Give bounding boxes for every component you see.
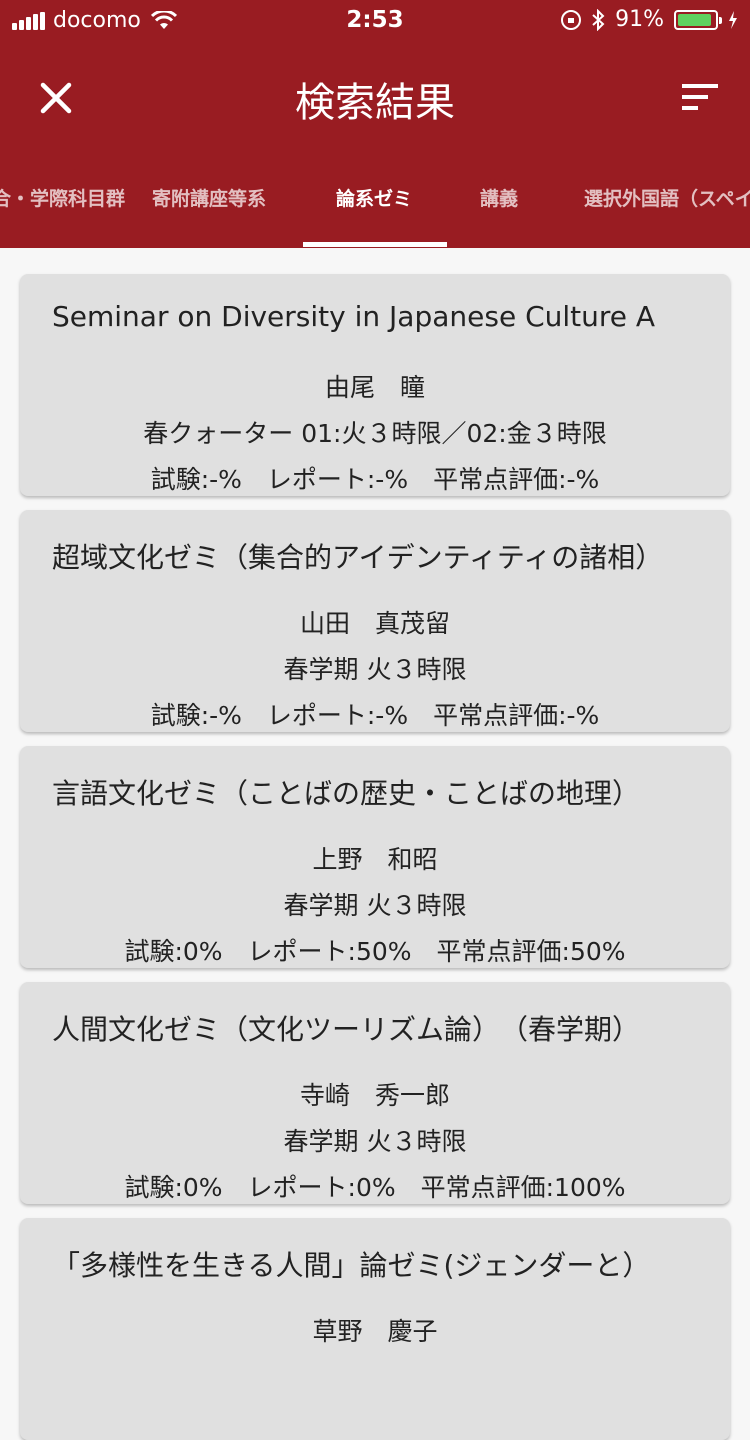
course-grading: 試験:-% レポート:-% 平常点評価:-%	[150, 465, 600, 494]
course-instructor: 寺崎 秀一郎	[299, 1081, 450, 1110]
course-grading: 試験:0% レポート:0% 平常点評価:100%	[124, 1173, 626, 1202]
course-schedule: 春学期 火３時限	[283, 1127, 467, 1156]
orientation-lock-icon	[561, 9, 582, 30]
course-title: 言語文化ゼミ（ことばの歴史・ことばの地理）	[52, 777, 641, 810]
sort-icon	[682, 84, 718, 110]
course-grading: 試験:0% レポート:50% 平常点評価:50%	[124, 937, 626, 966]
charging-icon	[729, 10, 737, 29]
course-grading: 試験:-% レポート:-% 平常点評価:-%	[150, 701, 600, 730]
course-instructor: 草野 慶子	[312, 1317, 438, 1346]
active-tab-indicator	[303, 242, 447, 247]
toolbar: 検索結果	[0, 48, 750, 148]
course-schedule: 春学期 火３時限	[283, 655, 467, 684]
tab-endowed-courses[interactable]: 寄附講座等系	[152, 184, 266, 211]
battery-level	[678, 13, 711, 26]
course-instructor: 由尾 瞳	[324, 373, 425, 402]
course-title: 超域文化ゼミ（集合的アイデンティティの諸相）	[52, 541, 664, 574]
course-instructor: 山田 真茂留	[299, 609, 450, 638]
sort-button[interactable]	[680, 80, 720, 114]
result-card[interactable]: 超域文化ゼミ（集合的アイデンティティの諸相） 山田 真茂留 春学期 火３時限 試…	[20, 510, 730, 732]
course-schedule: 春クォーター 01:火３時限／02:金３時限	[143, 419, 607, 448]
tab-lectures[interactable]: 講義	[480, 184, 518, 211]
result-card[interactable]: Seminar on Diversity in Japanese Culture…	[20, 274, 730, 496]
category-tabs: 合・学際科目群 寄附講座等系 論系ゼミ 講義 選択外国語（スペイ	[0, 160, 750, 248]
app-header: docomo 2:53 91% 検索結果 合・学際科目群 寄附講座等系 論系ゼミ…	[0, 0, 750, 248]
bluetooth-icon	[592, 8, 605, 31]
status-bar: docomo 2:53 91%	[0, 0, 750, 40]
tab-foreign-language[interactable]: 選択外国語（スペイ	[584, 184, 750, 211]
tab-seminars[interactable]: 論系ゼミ	[336, 184, 412, 211]
course-title: Seminar on Diversity in Japanese Culture…	[52, 300, 656, 333]
result-card[interactable]: 言語文化ゼミ（ことばの歴史・ことばの地理） 上野 和昭 春学期 火３時限 試験:…	[20, 746, 730, 968]
course-instructor: 上野 和昭	[312, 845, 438, 874]
course-title: 「多様性を生きる人間」論ゼミ(ジェンダーと）	[52, 1249, 651, 1282]
battery-icon	[674, 9, 722, 30]
status-right: 91%	[561, 7, 738, 32]
result-card[interactable]: 人間文化ゼミ（文化ツーリズム論） （春学期） 寺崎 秀一郎 春学期 火３時限 試…	[20, 982, 730, 1204]
battery-percent: 91%	[615, 7, 664, 32]
course-schedule: 春学期 火３時限	[283, 891, 467, 920]
page-title: 検索結果	[295, 80, 455, 126]
result-card[interactable]: 「多様性を生きる人間」論ゼミ(ジェンダーと） 草野 慶子	[20, 1218, 730, 1440]
tab-interdisciplinary[interactable]: 合・学際科目群	[0, 184, 125, 211]
course-title: 人間文化ゼミ（文化ツーリズム論） （春学期）	[52, 1013, 641, 1046]
